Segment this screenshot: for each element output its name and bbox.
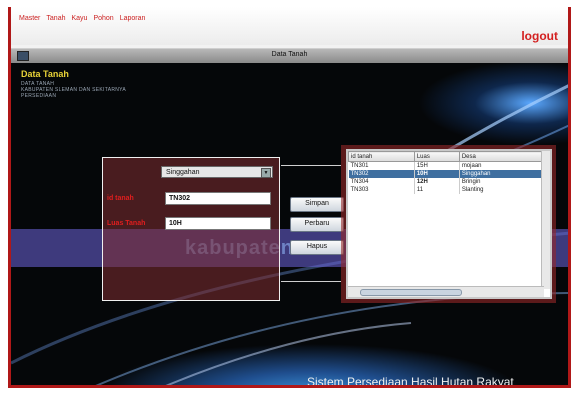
combo-value: Singgahan [166,169,200,176]
desktop-area: Data Tanah DATA TANAH KABUPATEN SLEMAN D… [11,63,568,388]
column-header-id[interactable]: id tanah [348,151,415,162]
logo-title: Data Tanah [21,69,69,79]
menu-tanah[interactable]: Tanah [46,15,65,22]
simpan-button[interactable]: Simpan [290,197,344,212]
table-cell: TN304 [348,178,415,186]
divider-top [281,165,341,166]
menu-list: Master Tanah Kayu Pohon Laporan [19,15,145,22]
chevron-down-icon[interactable]: ▼ [261,168,271,178]
scrollbar-thumb[interactable] [360,289,462,296]
table-cell: 15H [414,161,460,170]
menu-pohon[interactable]: Pohon [93,15,113,22]
app-window: Master Tanah Kayu Pohon Laporan logout D… [8,7,571,388]
data-table[interactable]: id tanah Luas Desa TN301 15H mojaan TN30… [346,149,552,299]
id-tanah-field[interactable]: TN302 [165,192,271,205]
menu-laporan[interactable]: Laporan [120,15,146,22]
table-cell: 11 [414,186,460,194]
luas-tanah-label: Luas Tanah [107,220,146,227]
table-cell: Bringin [459,178,545,186]
table-cell: mojaan [459,161,545,170]
logout-button[interactable]: logout [521,29,558,43]
table-cell: TN303 [348,186,415,194]
desa-combobox[interactable]: Singgahan ▼ [161,166,273,178]
table-cell: TN302 [348,170,415,178]
menu-kayu[interactable]: Kayu [71,15,87,22]
column-header-desa[interactable]: Desa [458,151,545,162]
vertical-scrollbar[interactable] [541,151,550,289]
table-cell: 10H [414,170,460,178]
table-cell: Slanting [459,186,545,194]
logo-line-3: PERSEDIAAN [21,93,57,99]
table-cell: 12H [414,178,460,186]
tanah-table: id tanah Luas Desa TN301 15H mojaan TN30… [348,151,545,194]
column-header-luas[interactable]: Luas [413,151,460,162]
perbaru-button[interactable]: Perbaru [290,217,344,232]
internal-window-titlebar: Data Tanah [11,48,568,64]
divider-bottom [281,281,341,282]
menu-bar: Master Tanah Kayu Pohon Laporan logout [11,7,568,45]
table-row[interactable]: TN304 12H Bringin [348,178,545,186]
table-cell: Singgahan [459,170,545,178]
table-row-selected[interactable]: TN302 10H Singgahan [348,170,545,178]
horizontal-scrollbar[interactable] [348,286,544,297]
luas-tanah-field[interactable]: 10H [165,217,271,230]
window-title: Data Tanah [271,51,308,58]
id-tanah-label: id tanah [107,195,134,202]
menu-master[interactable]: Master [19,15,40,22]
table-row[interactable]: TN301 15H mojaan [348,161,545,170]
table-header-row: id tanah Luas Desa [348,151,545,162]
form-panel: Singgahan ▼ id tanah TN302 Luas Tanah 10… [102,157,280,301]
logo-subtitle: DATA TANAH KABUPATEN SLEMAN DAN SEKITARN… [21,81,126,99]
hapus-button[interactable]: Hapus [290,240,344,255]
table-cell: TN301 [348,161,415,170]
footer-title: Sistem Persediaan Hasil Hutan Rakyat [307,375,514,388]
table-row[interactable]: TN303 11 Slanting [348,186,545,194]
